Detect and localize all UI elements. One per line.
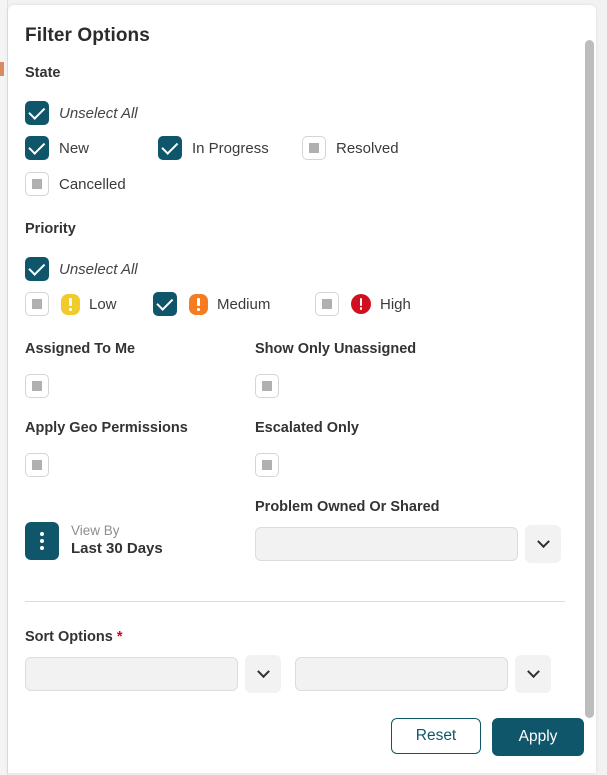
priority-option-low[interactable]: Low bbox=[25, 292, 117, 316]
priority-unselect-all-checkbox[interactable] bbox=[25, 257, 49, 281]
escalated-only-checkbox[interactable] bbox=[255, 453, 279, 477]
sort-field-one-input[interactable] bbox=[25, 657, 238, 691]
state-in-progress-checkbox[interactable] bbox=[158, 136, 182, 160]
state-new-label: New bbox=[59, 140, 89, 157]
state-resolved-label: Resolved bbox=[336, 140, 399, 157]
sort-field-two-select[interactable] bbox=[295, 655, 551, 693]
priority-medium-checkbox[interactable] bbox=[153, 292, 177, 316]
apply-geo-permissions-row[interactable] bbox=[25, 453, 49, 477]
state-option-resolved[interactable]: Resolved bbox=[302, 136, 399, 160]
problem-owned-dropdown-button[interactable] bbox=[525, 525, 561, 563]
left-rail-accent bbox=[0, 62, 4, 76]
sort-field-one-select[interactable] bbox=[25, 655, 281, 693]
state-cancelled-checkbox[interactable] bbox=[25, 172, 49, 196]
sort-field-two-input[interactable] bbox=[295, 657, 508, 691]
priority-unselect-all-label: Unselect All bbox=[59, 261, 138, 278]
state-new-checkbox[interactable] bbox=[25, 136, 49, 160]
priority-group-label: Priority bbox=[25, 221, 76, 237]
state-in-progress-label: In Progress bbox=[192, 140, 269, 157]
show-only-unassigned-label: Show Only Unassigned bbox=[255, 341, 416, 357]
chevron-down-icon bbox=[537, 535, 550, 548]
state-option-in-progress[interactable]: In Progress bbox=[158, 136, 269, 160]
kebab-menu-icon[interactable] bbox=[25, 522, 59, 560]
priority-high-icon bbox=[351, 294, 371, 314]
escalated-only-label: Escalated Only bbox=[255, 420, 359, 436]
state-resolved-checkbox[interactable] bbox=[302, 136, 326, 160]
state-option-cancelled[interactable]: Cancelled bbox=[25, 172, 126, 196]
sort-field-one-dropdown-button[interactable] bbox=[245, 655, 281, 693]
sort-field-two-dropdown-button[interactable] bbox=[515, 655, 551, 693]
left-rail bbox=[0, 0, 8, 775]
apply-geo-permissions-label: Apply Geo Permissions bbox=[25, 420, 188, 436]
panel-scrollbar-thumb[interactable] bbox=[585, 40, 594, 718]
apply-geo-permissions-checkbox[interactable] bbox=[25, 453, 49, 477]
sort-options-label-text: Sort Options bbox=[25, 629, 113, 645]
show-only-unassigned-row[interactable] bbox=[255, 374, 279, 398]
priority-high-label: High bbox=[380, 296, 411, 313]
state-unselect-all-label: Unselect All bbox=[59, 105, 138, 122]
state-group-label: State bbox=[25, 65, 60, 81]
view-by-value: Last 30 Days bbox=[71, 540, 163, 559]
assigned-to-me-checkbox[interactable] bbox=[25, 374, 49, 398]
state-unselect-all-checkbox[interactable] bbox=[25, 101, 49, 125]
priority-low-checkbox[interactable] bbox=[25, 292, 49, 316]
panel-scrollbar[interactable] bbox=[589, 0, 601, 775]
view-by-control[interactable]: View By Last 30 Days bbox=[25, 522, 163, 560]
priority-unselect-all-row[interactable]: Unselect All bbox=[25, 257, 138, 281]
chevron-down-icon bbox=[527, 665, 540, 678]
state-option-new[interactable]: New bbox=[25, 136, 89, 160]
page-title: Filter Options bbox=[25, 25, 150, 47]
sort-options-required-marker: * bbox=[117, 629, 123, 645]
assigned-to-me-row[interactable] bbox=[25, 374, 49, 398]
state-cancelled-label: Cancelled bbox=[59, 176, 126, 193]
chevron-down-icon bbox=[257, 665, 270, 678]
problem-owned-select[interactable] bbox=[255, 525, 561, 563]
reset-button[interactable]: Reset bbox=[391, 718, 481, 754]
filter-options-content: Filter Options State Unselect All New In… bbox=[8, 5, 596, 773]
apply-button[interactable]: Apply bbox=[492, 718, 584, 756]
app-root: Filter Options State Unselect All New In… bbox=[0, 0, 607, 775]
section-divider bbox=[25, 601, 565, 602]
priority-option-medium[interactable]: Medium bbox=[153, 292, 270, 316]
priority-high-checkbox[interactable] bbox=[315, 292, 339, 316]
priority-medium-label: Medium bbox=[217, 296, 270, 313]
priority-low-label: Low bbox=[89, 296, 117, 313]
priority-medium-icon bbox=[189, 294, 208, 315]
problem-owned-label: Problem Owned Or Shared bbox=[255, 499, 440, 515]
filter-options-panel: Filter Options State Unselect All New In… bbox=[8, 5, 596, 773]
priority-low-icon bbox=[61, 294, 80, 315]
sort-options-label: Sort Options * bbox=[25, 629, 123, 645]
view-by-caption: View By bbox=[71, 523, 163, 540]
state-unselect-all-row[interactable]: Unselect All bbox=[25, 101, 138, 125]
priority-option-high[interactable]: High bbox=[315, 292, 411, 316]
escalated-only-row[interactable] bbox=[255, 453, 279, 477]
assigned-to-me-label: Assigned To Me bbox=[25, 341, 135, 357]
show-only-unassigned-checkbox[interactable] bbox=[255, 374, 279, 398]
problem-owned-input[interactable] bbox=[255, 527, 518, 561]
